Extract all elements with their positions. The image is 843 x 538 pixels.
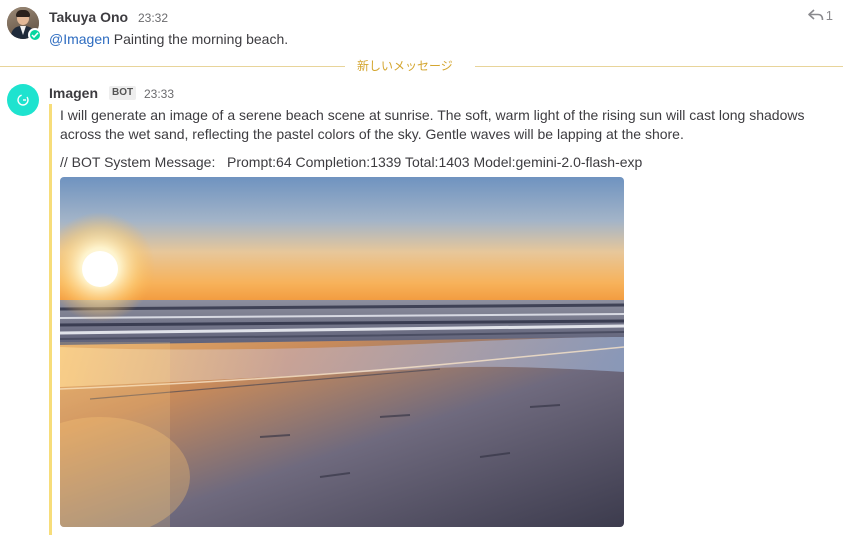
reply-arrow-icon bbox=[807, 9, 824, 21]
divider-line-left bbox=[0, 66, 345, 67]
bot-tag: BOT bbox=[109, 86, 137, 100]
divider-line-right bbox=[475, 66, 843, 67]
new-messages-divider: 新しいメッセージ bbox=[0, 58, 843, 74]
reply-button[interactable]: 1 bbox=[807, 6, 833, 24]
timestamp[interactable]: 23:32 bbox=[138, 11, 168, 25]
username[interactable]: Takuya Ono bbox=[49, 9, 128, 25]
timestamp[interactable]: 23:33 bbox=[144, 87, 174, 101]
bot-system-message: // BOT System Message: Prompt:64 Complet… bbox=[60, 154, 643, 170]
bot-message-highlight-bar bbox=[49, 104, 52, 535]
mention-link[interactable]: @Imagen bbox=[49, 31, 110, 47]
message-body: Painting the morning beach. bbox=[109, 31, 289, 47]
online-status-icon bbox=[28, 28, 42, 42]
generated-image[interactable] bbox=[60, 177, 624, 527]
bot-message-text: I will generate an image of a serene bea… bbox=[60, 107, 805, 142]
new-messages-label: 新しいメッセージ bbox=[357, 59, 453, 73]
bot-avatar[interactable] bbox=[7, 84, 39, 116]
imagen-logo-icon bbox=[17, 94, 29, 106]
avatar[interactable] bbox=[7, 7, 42, 42]
reply-count: 1 bbox=[825, 7, 833, 23]
bot-username[interactable]: Imagen bbox=[49, 85, 98, 101]
message-text: @Imagen Painting the morning beach. bbox=[49, 30, 288, 48]
